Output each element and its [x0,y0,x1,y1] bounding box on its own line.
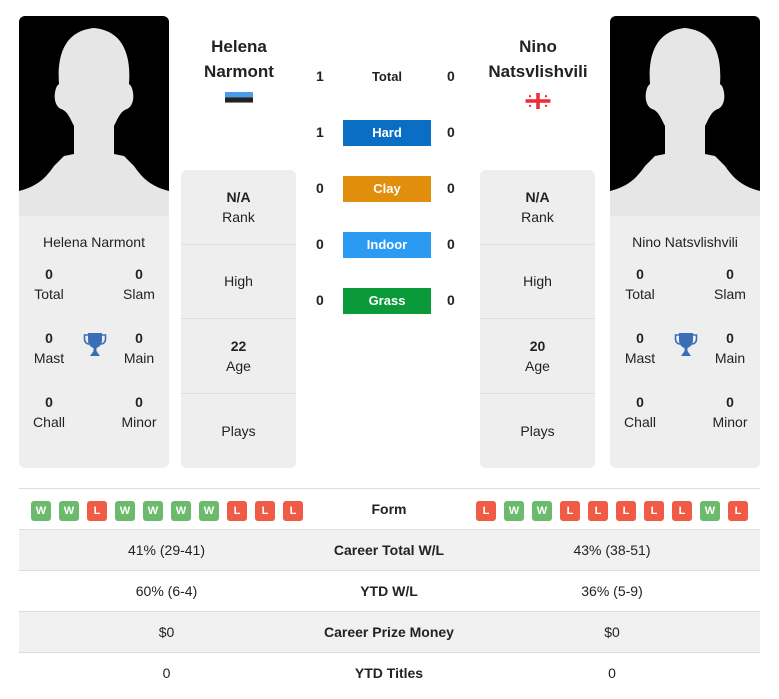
player1-name-link[interactable]: Helena Narmont [169,34,309,84]
titles-chall: 0 Chall [33,394,65,430]
estonia-flag-icon [225,92,253,108]
surface-total-label: Total [371,69,403,84]
form-win-badge[interactable]: W [532,501,552,521]
form-label: Form [371,501,407,517]
player1-full-name: Helena Narmont [43,234,145,250]
player2-card: Nino Natsvlishvili 0 Total 0 Slam 0 Mast… [610,16,760,468]
player1-photo [19,16,169,216]
titles-minor: 0 Minor [121,394,157,430]
surface-grass-badge[interactable]: Grass [343,288,431,314]
titles-slam: 0 Slam [123,266,155,302]
rank-row: N/A Rank [480,170,595,245]
plays-row: Plays [520,422,555,439]
titles-total: 0 Total [625,266,655,302]
surface-clay-badge[interactable]: Clay [343,176,431,202]
form-win-badge[interactable]: W [59,501,79,521]
form-loss-badge[interactable]: L [728,501,748,521]
form-win-badge[interactable]: W [199,501,219,521]
form-loss-badge[interactable]: L [87,501,107,521]
player2-photo [610,16,760,216]
form-win-badge[interactable]: W [504,501,524,521]
titles-mast: 0 Mast [33,330,65,366]
high-row: High [181,245,296,319]
form-win-badge[interactable]: W [700,501,720,521]
form-loss-badge[interactable]: L [283,501,303,521]
prize-money-row: $0 Career Prize Money $0 [19,612,760,653]
player2-form: LWWLLLLLWL [476,501,756,521]
form-win-badge[interactable]: W [31,501,51,521]
h2h-grass-row: 0 Grass 0 [306,288,466,314]
form-loss-badge[interactable]: L [588,501,608,521]
form-loss-badge[interactable]: L [227,501,247,521]
form-win-badge[interactable]: W [171,501,191,521]
form-loss-badge[interactable]: L [616,501,636,521]
form-win-badge[interactable]: W [143,501,163,521]
surface-hard-badge[interactable]: Hard [343,120,431,146]
form-loss-badge[interactable]: L [560,501,580,521]
titles-main: 0 Main [714,330,746,366]
player2-full-name: Nino Natsvlishvili [632,234,738,250]
plays-row: Plays [221,422,256,439]
h2h-clay-row: 0 Clay 0 [306,176,466,202]
player2-titles: 0 Total 0 Slam 0 Mast 0 Main 0 Chall 0 M… [610,264,760,464]
trophy-icon [83,333,107,356]
form-loss-badge[interactable]: L [476,501,496,521]
player2-info: N/A Rank High 20 Age Plays [480,170,595,468]
high-row: High [480,245,595,319]
ytd-titles-row: 0 YTD Titles 0 [162,665,616,681]
trophy-icon [674,333,698,356]
rank-row: N/A Rank [181,170,296,245]
player1-form: WWLWWWWLLL [31,501,311,521]
silhouette-icon [610,28,760,216]
titles-chall: 0 Chall [624,394,656,430]
titles-main: 0 Main [123,330,155,366]
titles-minor: 0 Minor [712,394,748,430]
player1-card: Helena Narmont 0 Total 0 Slam 0 Mast 0 M… [19,16,169,468]
player2-name-link[interactable]: Nino Natsvlishvili [468,34,608,84]
age-row: 22 Age [181,319,296,394]
titles-slam: 0 Slam [714,266,746,302]
form-row: WWLWWWWLLL Form LWWLLLLLWL [19,489,760,530]
form-loss-badge[interactable]: L [644,501,664,521]
player1-titles: 0 Total 0 Slam 0 Mast 0 Main 0 Chall 0 M… [19,264,169,464]
form-loss-badge[interactable]: L [255,501,275,521]
h2h-indoor-row: 0 Indoor 0 [306,232,466,258]
titles-total: 0 Total [34,266,64,302]
age-row: 20 Age [480,319,595,394]
surface-indoor-badge[interactable]: Indoor [343,232,431,258]
player1-info: N/A Rank High 22 Age Plays [181,170,296,468]
career-wl-row: 41% (29-41) Career Total W/L 43% (38-51) [19,530,760,571]
comparison-table: WWLWWWWLLL Form LWWLLLLLWL 41% (29-41) C… [19,488,760,694]
silhouette-icon [19,28,169,216]
h2h-hard-row: 1 Hard 0 [306,120,466,146]
form-loss-badge[interactable]: L [672,501,692,521]
georgia-flag-icon [525,93,551,109]
ytd-wl-row: 60% (6-4) YTD W/L 36% (5-9) [19,571,760,612]
titles-mast: 0 Mast [624,330,656,366]
h2h-total-row: 1 Total 0 [306,64,466,90]
form-win-badge[interactable]: W [115,501,135,521]
